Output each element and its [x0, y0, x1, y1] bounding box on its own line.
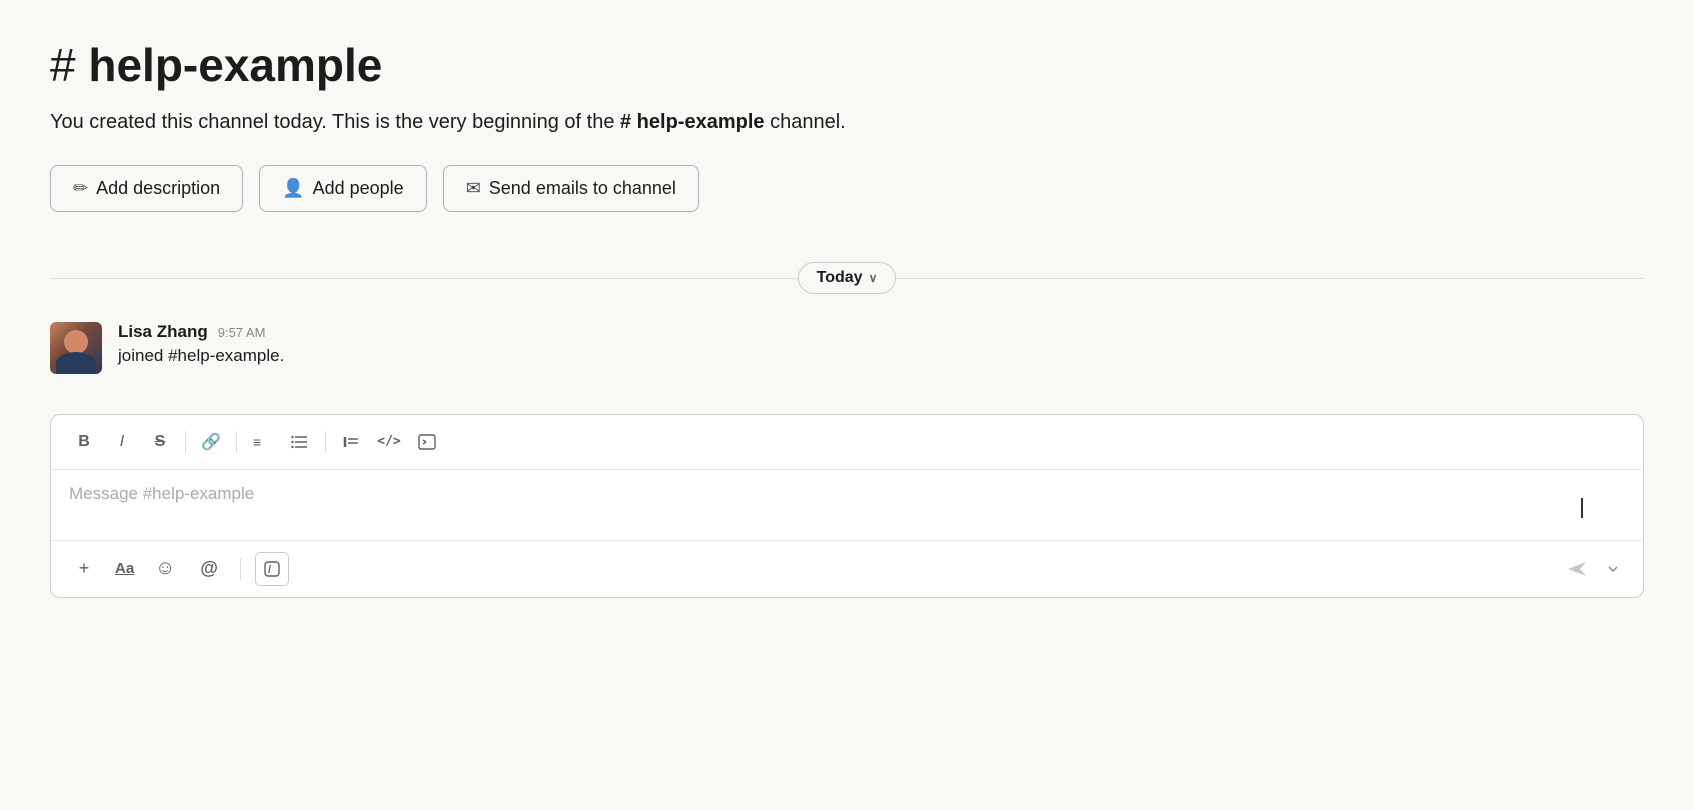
email-icon: ✉: [466, 178, 481, 199]
person-add-icon: 👤: [282, 178, 304, 199]
message-text: joined #help-example.: [118, 346, 284, 366]
toolbar-separator-1: [185, 431, 186, 453]
channel-hash: #: [50, 39, 88, 91]
send-dropdown-button[interactable]: [1599, 551, 1627, 587]
message-entry: Lisa Zhang 9:57 AM joined #help-example.: [50, 322, 1644, 374]
description-suffix: channel.: [765, 111, 846, 133]
block-quote-button[interactable]: [334, 425, 368, 459]
link-button[interactable]: 🔗: [194, 425, 228, 459]
inline-code-button[interactable]: </>: [372, 425, 406, 459]
today-pill-button[interactable]: Today ∨: [798, 262, 897, 294]
text-format-button[interactable]: Aa: [111, 552, 138, 586]
avatar-image: [50, 322, 102, 374]
channel-heading: # help-example: [50, 40, 382, 91]
description-prefix: You created this channel today. This is …: [50, 111, 620, 133]
send-emails-button[interactable]: ✉ Send emails to channel: [443, 165, 699, 212]
strikethrough-button[interactable]: S: [143, 425, 177, 459]
footer-separator: [240, 558, 241, 580]
ordered-list-button[interactable]: ≡: [245, 425, 279, 459]
composer-footer: + Aa ☺ @ /: [51, 540, 1643, 597]
message-meta: Lisa Zhang 9:57 AM: [118, 322, 284, 342]
send-emails-label: Send emails to channel: [489, 178, 676, 199]
message-composer: B I S 🔗 ≡: [50, 414, 1644, 598]
action-buttons-row: ✏ Add description 👤 Add people ✉ Send em…: [50, 165, 1644, 212]
attach-button[interactable]: +: [67, 552, 101, 586]
footer-right-actions: [1559, 551, 1627, 587]
toolbar-separator-2: [236, 431, 237, 453]
add-people-label: Add people: [313, 178, 404, 199]
add-description-label: Add description: [96, 178, 220, 199]
channel-description: You created this channel today. This is …: [50, 107, 1644, 137]
mention-button[interactable]: @: [192, 552, 226, 586]
slash-command-button[interactable]: /: [255, 552, 289, 586]
toolbar-separator-3: [325, 431, 326, 453]
description-channel: # help-example: [620, 111, 765, 133]
message-timestamp: 9:57 AM: [218, 325, 266, 340]
add-description-button[interactable]: ✏ Add description: [50, 165, 243, 212]
pencil-icon: ✏: [73, 178, 88, 199]
message-input[interactable]: Message #help-example: [51, 470, 1643, 540]
channel-name: help-example: [88, 39, 382, 91]
avatar: [50, 322, 102, 374]
code-block-button[interactable]: [410, 425, 444, 459]
composer-toolbar: B I S 🔗 ≡: [51, 415, 1643, 470]
message-content: Lisa Zhang 9:57 AM joined #help-example.: [118, 322, 284, 366]
chevron-down-icon: ∨: [869, 271, 878, 285]
unordered-list-button[interactable]: [283, 425, 317, 459]
today-label: Today: [817, 269, 863, 287]
emoji-button[interactable]: ☺: [148, 552, 182, 586]
bold-button[interactable]: B: [67, 425, 101, 459]
svg-text:/: /: [268, 564, 271, 576]
footer-left-actions: + Aa ☺ @ /: [67, 552, 289, 586]
date-divider: Today ∨: [50, 262, 1644, 294]
send-button[interactable]: [1559, 551, 1595, 587]
text-cursor: [1581, 498, 1583, 518]
message-author: Lisa Zhang: [118, 322, 208, 342]
message-placeholder: Message #help-example: [69, 484, 254, 503]
svg-text:≡: ≡: [253, 434, 261, 450]
italic-button[interactable]: I: [105, 425, 139, 459]
channel-title: # help-example: [50, 40, 1644, 91]
add-people-button[interactable]: 👤 Add people: [259, 165, 427, 212]
